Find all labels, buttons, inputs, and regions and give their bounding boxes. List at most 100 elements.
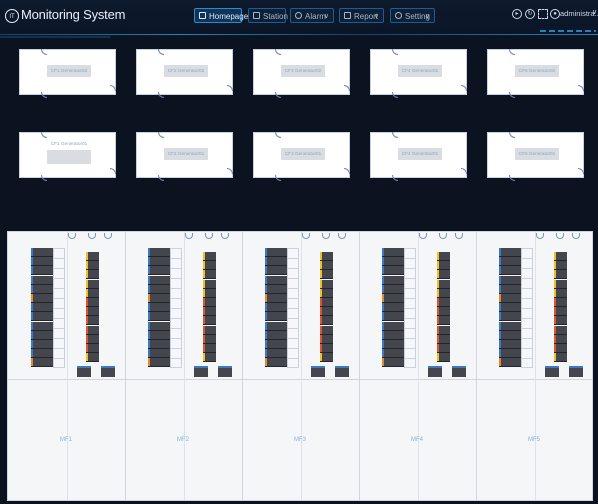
rack-cabinet-narrow[interactable] xyxy=(320,252,333,363)
generator-card[interactable]: CF3 Generator02 xyxy=(253,49,350,98)
device-box[interactable] xyxy=(311,366,325,377)
status-indicator xyxy=(382,330,384,339)
device-box[interactable] xyxy=(452,366,466,377)
status-indicator xyxy=(265,312,267,321)
generator-card[interactable]: CF2 Generator02 xyxy=(136,49,233,98)
device-box[interactable] xyxy=(428,366,442,377)
door-arc-icon xyxy=(185,233,193,239)
rack-unit xyxy=(148,349,170,359)
generator-card[interactable]: CF4 Generator02 xyxy=(370,49,467,98)
door-arc-icon xyxy=(302,233,310,239)
rack-unit xyxy=(499,303,521,313)
status-indicator xyxy=(265,257,267,266)
status-indicator xyxy=(31,312,33,321)
play-icon[interactable]: ▸ xyxy=(512,9,522,19)
nav-alarm[interactable]: Alarm ∨ xyxy=(290,8,334,23)
rack-unit xyxy=(148,358,170,368)
device-box[interactable] xyxy=(569,366,583,377)
rack-cabinet[interactable] xyxy=(31,248,53,368)
device-box[interactable] xyxy=(335,366,349,377)
rack-unit xyxy=(203,325,216,335)
rack-cabinet-narrow[interactable] xyxy=(86,252,99,363)
rack-unit xyxy=(320,316,333,326)
status-indicator xyxy=(265,303,267,312)
nav-label: Station xyxy=(263,12,288,21)
status-indicator xyxy=(320,261,322,270)
rack-unit xyxy=(554,270,567,280)
rack-unit xyxy=(499,294,521,303)
rack-unit xyxy=(382,248,404,257)
rack-unit xyxy=(148,257,170,267)
generator-card[interactable]: CF2 Generator01 xyxy=(136,132,233,181)
rack-unit xyxy=(31,349,53,359)
rack-unit xyxy=(437,252,450,261)
status-indicator xyxy=(499,266,501,275)
generator-card[interactable]: CF1 Generator01 xyxy=(19,132,116,181)
rack-cabinet[interactable] xyxy=(382,248,404,368)
status-indicator xyxy=(499,303,501,312)
device-box[interactable] xyxy=(545,366,559,377)
rack-side-panel xyxy=(287,248,299,368)
status-indicator xyxy=(554,252,556,260)
status-indicator xyxy=(203,252,205,260)
chevron-down-icon[interactable]: ∨ xyxy=(592,8,597,16)
status-indicator xyxy=(265,330,267,339)
rack-unit xyxy=(203,334,216,344)
generator-label: CF4 Generator01 xyxy=(398,148,442,160)
rack-cabinet-narrow[interactable] xyxy=(203,252,216,363)
fullscreen-icon[interactable] xyxy=(538,9,548,19)
chevron-down-icon: ∨ xyxy=(424,13,430,20)
rack-unit xyxy=(203,270,216,280)
status-indicator xyxy=(437,325,439,334)
rack-unit xyxy=(554,316,567,326)
rack-unit xyxy=(382,321,404,331)
rack-unit xyxy=(320,325,333,335)
rack-cabinet-narrow[interactable] xyxy=(554,252,567,363)
rack-cabinet[interactable] xyxy=(499,248,521,368)
status-indicator xyxy=(148,266,150,275)
generator-card[interactable]: CF3 Generator01 xyxy=(253,132,350,181)
rack-cabinet-narrow[interactable] xyxy=(437,252,450,363)
status-indicator xyxy=(148,349,150,358)
status-indicator xyxy=(86,298,88,306)
nav-report[interactable]: Report ∨ xyxy=(339,8,384,23)
room-divider xyxy=(8,379,592,380)
status-indicator xyxy=(554,298,556,306)
rack-unit xyxy=(265,284,287,294)
nav-label: Homepage xyxy=(209,12,249,21)
nav-homepage[interactable]: Homepage xyxy=(194,8,248,23)
status-indicator xyxy=(499,294,501,302)
status-indicator xyxy=(31,284,33,293)
door-arc-icon xyxy=(205,233,213,239)
generator-card[interactable]: CF1 Generator02 xyxy=(19,49,116,98)
rack-cabinet[interactable] xyxy=(265,248,287,368)
rack-unit xyxy=(554,325,567,335)
device-box[interactable] xyxy=(77,366,91,377)
generator-card[interactable]: CF5 Generator01 xyxy=(487,132,584,181)
nav-station[interactable]: Station xyxy=(248,8,288,23)
rack-unit xyxy=(554,344,567,353)
rack-unit xyxy=(265,266,287,276)
rack-unit xyxy=(554,298,567,307)
status-indicator xyxy=(31,294,33,302)
device-box[interactable] xyxy=(101,366,115,377)
rack-unit xyxy=(382,358,404,368)
refresh-icon[interactable]: ↻ xyxy=(525,9,535,19)
status-indicator xyxy=(203,279,205,288)
device-box[interactable] xyxy=(218,366,232,377)
generator-card[interactable]: CF4 Generator01 xyxy=(370,132,467,181)
status-indicator xyxy=(499,257,501,266)
device-box[interactable] xyxy=(194,366,208,377)
status-indicator xyxy=(499,340,501,348)
rack-cabinet[interactable] xyxy=(148,248,170,368)
nav-setting[interactable]: Setting ∨ xyxy=(390,8,435,23)
user-icon[interactable]: ● xyxy=(550,9,560,19)
rack-unit xyxy=(499,330,521,340)
rack-unit xyxy=(203,279,216,289)
generator-card[interactable]: CF5 Generator02 xyxy=(487,49,584,98)
door-arc-icon xyxy=(455,233,463,239)
rack-unit xyxy=(31,266,53,276)
rack-unit xyxy=(265,321,287,331)
door-arc-icon xyxy=(88,233,96,239)
rack-unit xyxy=(203,307,216,317)
